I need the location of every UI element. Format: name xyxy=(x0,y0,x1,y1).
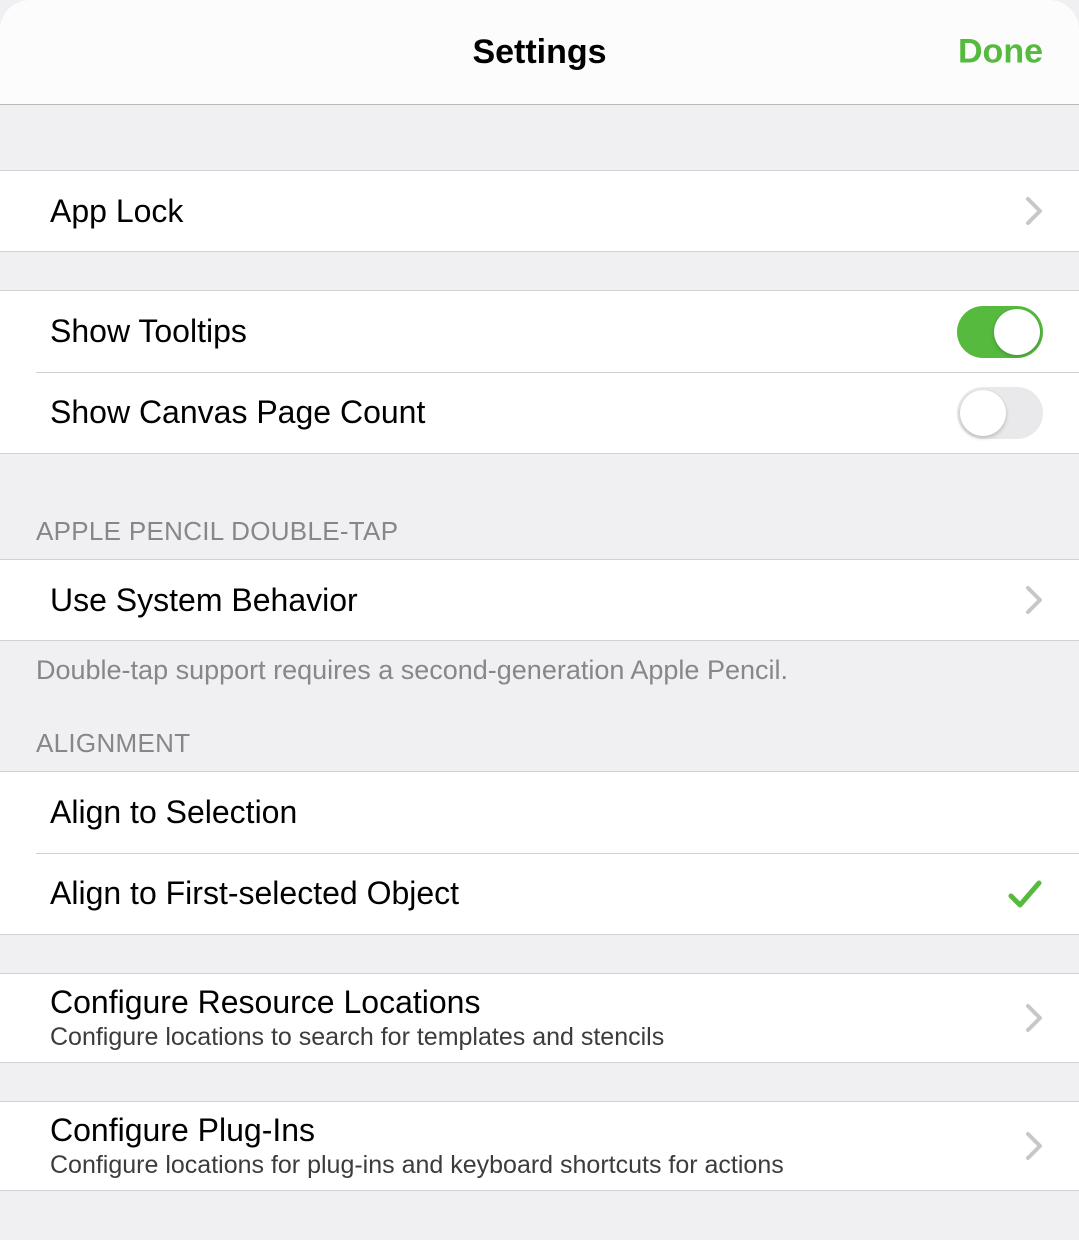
row-label: Show Canvas Page Count xyxy=(50,394,425,431)
section-header-alignment: ALIGNMENT xyxy=(0,728,1079,771)
spacer xyxy=(0,935,1079,973)
row-label: Use System Behavior xyxy=(50,582,358,619)
row-label: App Lock xyxy=(50,193,183,230)
spacer xyxy=(0,252,1079,290)
toggle-knob xyxy=(994,309,1040,355)
spacer xyxy=(0,105,1079,170)
page-title: Settings xyxy=(472,33,606,72)
checkmark-icon xyxy=(1007,876,1043,912)
section-header-apple-pencil: APPLE PENCIL DOUBLE-TAP xyxy=(0,516,1079,559)
done-button[interactable]: Done xyxy=(958,33,1043,72)
row-subtitle: Configure locations for plug-ins and key… xyxy=(50,1151,784,1180)
row-subtitle: Configure locations to search for templa… xyxy=(50,1023,664,1052)
row-label: Configure Plug-Ins xyxy=(50,1112,784,1149)
chevron-right-icon xyxy=(1025,1131,1043,1161)
row-label: Show Tooltips xyxy=(50,313,247,350)
chevron-right-icon xyxy=(1025,1003,1043,1033)
align-to-selection-row[interactable]: Align to Selection xyxy=(0,771,1079,853)
row-label: Align to First-selected Object xyxy=(50,875,459,912)
align-to-first-selected-row[interactable]: Align to First-selected Object xyxy=(0,853,1079,935)
settings-content: App Lock Show Tooltips Show Canvas Page … xyxy=(0,105,1079,1240)
show-tooltips-row[interactable]: Show Tooltips xyxy=(0,290,1079,372)
show-canvas-page-count-toggle[interactable] xyxy=(957,387,1043,439)
spacer xyxy=(0,1063,1079,1101)
row-label: Configure Resource Locations xyxy=(50,984,664,1021)
app-lock-row[interactable]: App Lock xyxy=(0,170,1079,252)
configure-resource-locations-row[interactable]: Configure Resource Locations Configure l… xyxy=(0,973,1079,1063)
section-footer-apple-pencil: Double-tap support requires a second-gen… xyxy=(0,641,1079,686)
chevron-right-icon xyxy=(1025,196,1043,226)
configure-plugins-row[interactable]: Configure Plug-Ins Configure locations f… xyxy=(0,1101,1079,1191)
show-tooltips-toggle[interactable] xyxy=(957,306,1043,358)
chevron-right-icon xyxy=(1025,585,1043,615)
show-canvas-page-count-row[interactable]: Show Canvas Page Count xyxy=(0,372,1079,454)
header: Settings Done xyxy=(0,0,1079,105)
toggle-knob xyxy=(960,390,1006,436)
use-system-behavior-row[interactable]: Use System Behavior xyxy=(0,559,1079,641)
row-label: Align to Selection xyxy=(50,794,297,831)
